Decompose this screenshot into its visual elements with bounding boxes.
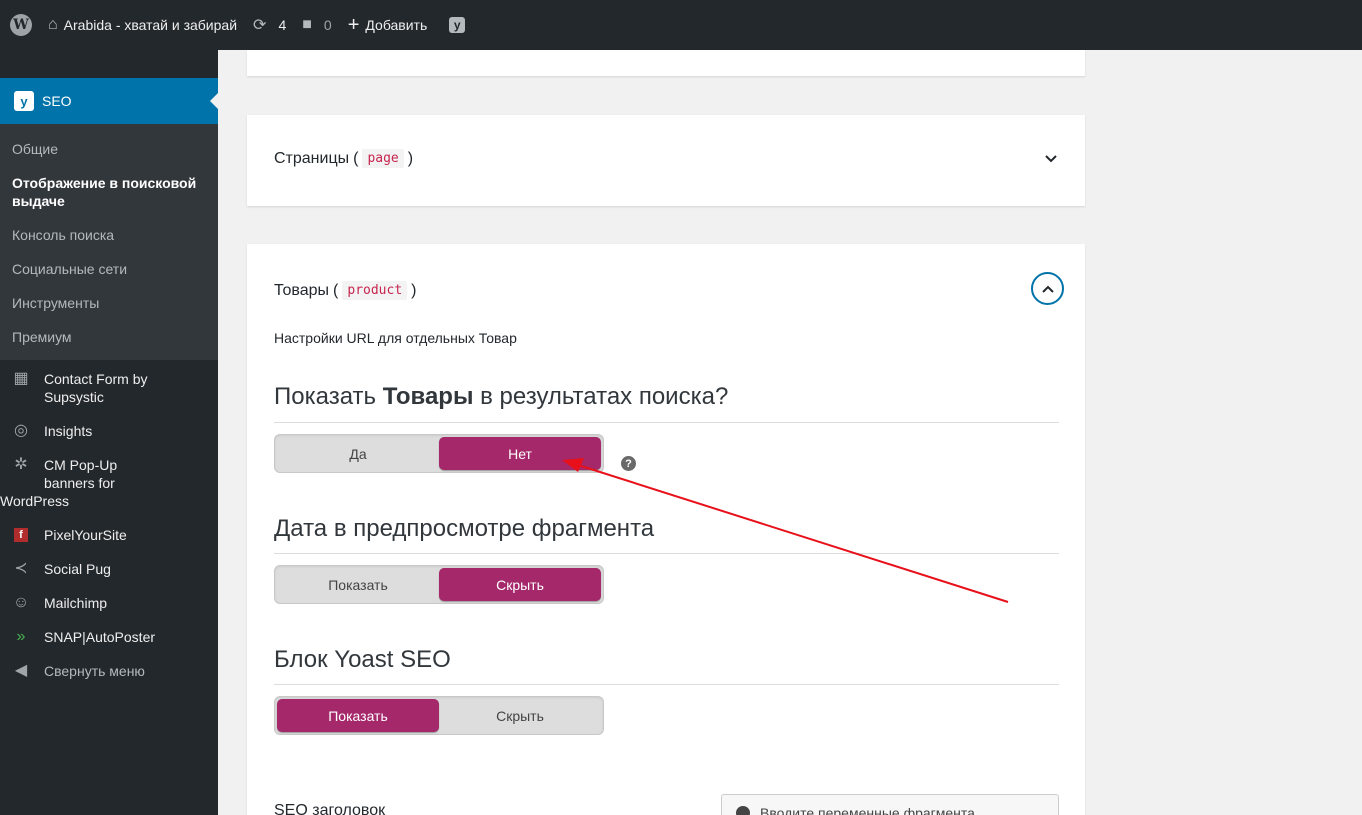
snap-arrow-icon: »	[16, 628, 26, 645]
yoast-block-toggle: Показать Скрыть	[274, 696, 604, 735]
show-in-search-question: Показать Товары в результатах поиска?	[274, 383, 728, 411]
yoast-icon: y	[14, 91, 34, 111]
paren-close: )	[411, 281, 417, 299]
question-bold: Товары	[382, 383, 474, 410]
sidebar-item-label: Social Pug	[44, 561, 111, 577]
divider	[274, 422, 1059, 423]
seo-submenu: Общие Отображение в поисковой выдаче Кон…	[0, 124, 218, 360]
comment-icon: ■	[302, 16, 312, 33]
submenu-item-premium[interactable]: Премиум	[0, 320, 218, 354]
add-new-label: Добавить	[365, 17, 428, 33]
sidebar-item-label-wrap: CM Pop-Up banners for WordPress	[0, 456, 118, 510]
sidebar-item-insights[interactable]: ◎ Insights	[0, 414, 218, 448]
site-name-menu[interactable]: ⌂ Arabida - хватай и забирай	[40, 0, 245, 50]
seo-title-label: SEO заголовок	[274, 802, 386, 815]
insert-variable-button[interactable]: Вводите переменные фрагмента	[721, 794, 1059, 815]
sidebar-item-cm-popup[interactable]: ✲ CM Pop-Up banners for WordPress	[0, 448, 218, 518]
toggle-option-yes[interactable]: Да	[277, 437, 439, 470]
gear-icon: ✲	[14, 456, 28, 473]
sidebar-item-label: Свернуть меню	[44, 663, 145, 679]
question-prefix: Показать	[274, 383, 383, 410]
pages-panel-title: Страницы ( page )	[274, 149, 413, 168]
submenu-item-search-appearance[interactable]: Отображение в поисковой выдаче	[0, 166, 218, 218]
paren-close: )	[407, 149, 414, 167]
sidebar-item-contact-form[interactable]: ▦ Contact Form by Supsystic	[0, 360, 218, 414]
sidebar-item-collapse-menu[interactable]: ◀ Свернуть меню	[0, 654, 218, 688]
sidebar-item-social-pug[interactable]: ≺ Social Pug	[0, 552, 218, 586]
sidebar-item-label: Insights	[44, 423, 93, 439]
post-type-code: page	[362, 149, 404, 168]
products-panel-title: Товары ( product )	[274, 281, 417, 300]
sidebar-item-pixelyoursite[interactable]: f PixelYourSite	[0, 518, 218, 552]
yoast-icon: y	[449, 17, 466, 33]
wordpress-logo-icon: W	[10, 14, 32, 36]
comments-count: 0	[323, 17, 332, 33]
post-type-code: product	[342, 281, 408, 300]
pixelyoursite-icon: f	[14, 528, 28, 542]
wp-logo-menu[interactable]: W	[0, 0, 40, 50]
sidebar-item-snap-autoposter[interactable]: » SNAP|AutoPoster	[0, 620, 218, 654]
site-name: Arabida - хватай и забирай	[63, 17, 238, 33]
chevron-up-icon	[1041, 285, 1054, 293]
chevron-down-icon[interactable]	[1044, 152, 1058, 166]
updates-menu[interactable]: ⟳ 4	[245, 0, 294, 50]
products-panel: Товары ( product ) Настройки URL для отд…	[247, 244, 1085, 815]
submenu-item-search-console[interactable]: Консоль поиска	[0, 218, 218, 252]
submenu-item-social[interactable]: Социальные сети	[0, 252, 218, 286]
panel-title-text: Страницы	[274, 149, 350, 167]
sidebar-item-label: banners for	[44, 475, 115, 491]
insights-icon: ◎	[14, 422, 28, 439]
paren-open: (	[333, 281, 339, 299]
question-suffix: в результатах поиска?	[473, 383, 729, 410]
admin-bar: W ⌂ Arabida - хватай и забирай ⟳ 4 ■ 0 +…	[0, 0, 1362, 50]
collapse-icon: ◀	[14, 662, 28, 679]
toggle-option-no[interactable]: Нет	[439, 437, 601, 470]
admin-sidebar: y SEO Общие Отображение в поисковой выда…	[0, 50, 218, 815]
home-icon: ⌂	[48, 16, 58, 33]
help-icon[interactable]: ?	[621, 456, 636, 471]
toggle-option-show[interactable]: Показать	[277, 568, 439, 601]
sidebar-item-label: SNAP|AutoPoster	[44, 629, 156, 645]
sidebar-item-seo[interactable]: y SEO	[0, 78, 218, 124]
sidebar-item-label: WordPress	[0, 493, 69, 509]
previous-panel	[247, 50, 1085, 76]
updates-count: 4	[278, 17, 287, 33]
toggle-option-show[interactable]: Показать	[277, 699, 439, 732]
share-icon: ≺	[14, 560, 28, 577]
sidebar-item-label: CM Pop-Up	[44, 457, 118, 473]
show-in-search-toggle: Да Нет	[274, 434, 604, 473]
submenu-item-tools[interactable]: Инструменты	[0, 286, 218, 320]
snippet-date-question: Дата в предпросмотре фрагмента	[274, 515, 655, 542]
divider	[274, 553, 1059, 554]
yoast-block-question: Блок Yoast SEO	[274, 646, 451, 673]
sidebar-item-mailchimp[interactable]: ☺ Mailchimp	[0, 586, 218, 620]
sidebar-item-label: SEO	[42, 93, 72, 109]
updates-icon: ⟳	[253, 17, 267, 34]
url-settings-subtitle: Настройки URL для отдельных Товар	[274, 330, 517, 346]
divider	[274, 684, 1059, 685]
insert-variable-label: Вводите переменные фрагмента	[760, 805, 975, 815]
sidebar-item-label: Mailchimp	[44, 595, 108, 611]
mailchimp-icon: ☺	[12, 594, 30, 611]
sidebar-item-label: PixelYourSite	[44, 527, 127, 543]
toggle-option-hide[interactable]: Скрыть	[439, 699, 601, 732]
toggle-option-hide[interactable]: Скрыть	[439, 568, 601, 601]
snippet-date-toggle: Показать Скрыть	[274, 565, 604, 604]
table-grid-icon: ▦	[13, 370, 29, 387]
pages-panel: Страницы ( page )	[247, 115, 1085, 206]
yoast-admin-bar-menu[interactable]: y	[435, 0, 473, 50]
submenu-item-general[interactable]: Общие	[0, 132, 218, 166]
add-new-menu[interactable]: + Добавить	[340, 0, 436, 50]
sidebar-item-label: Contact Form by Supsystic	[44, 371, 148, 405]
comments-menu[interactable]: ■ 0	[294, 0, 339, 50]
collapse-panel-button[interactable]	[1031, 272, 1064, 305]
plus-icon: +	[347, 13, 360, 36]
plus-circle-icon	[736, 806, 750, 815]
paren-open: (	[353, 149, 359, 167]
panel-title-text: Товары	[274, 281, 330, 299]
